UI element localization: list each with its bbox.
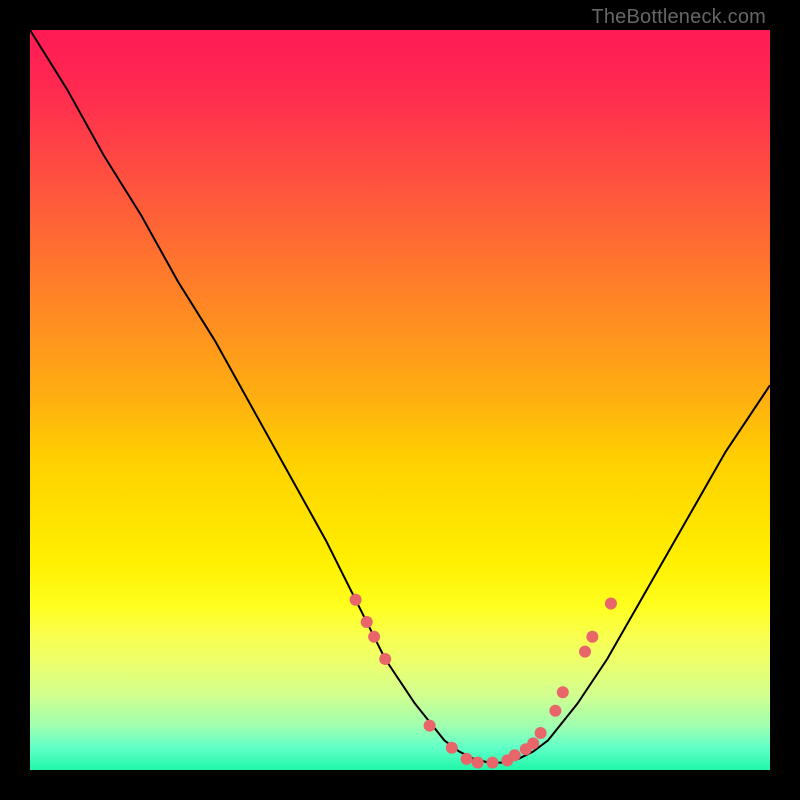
data-marker <box>549 705 561 717</box>
data-marker <box>361 616 373 628</box>
data-marker <box>472 757 484 769</box>
data-marker <box>461 753 473 765</box>
markers-group <box>350 594 617 769</box>
plot-area <box>30 30 770 770</box>
chart-svg <box>30 30 770 770</box>
data-marker <box>350 594 362 606</box>
data-marker <box>424 720 436 732</box>
data-marker <box>535 727 547 739</box>
data-marker <box>586 631 598 643</box>
bottleneck-curve <box>30 30 770 763</box>
data-marker <box>579 646 591 658</box>
watermark-text: TheBottleneck.com <box>591 6 766 29</box>
data-marker <box>605 598 617 610</box>
data-marker <box>379 653 391 665</box>
data-marker <box>557 686 569 698</box>
data-marker <box>527 737 539 749</box>
data-marker <box>509 749 521 761</box>
data-marker <box>487 757 499 769</box>
data-marker <box>446 742 458 754</box>
data-marker <box>368 631 380 643</box>
